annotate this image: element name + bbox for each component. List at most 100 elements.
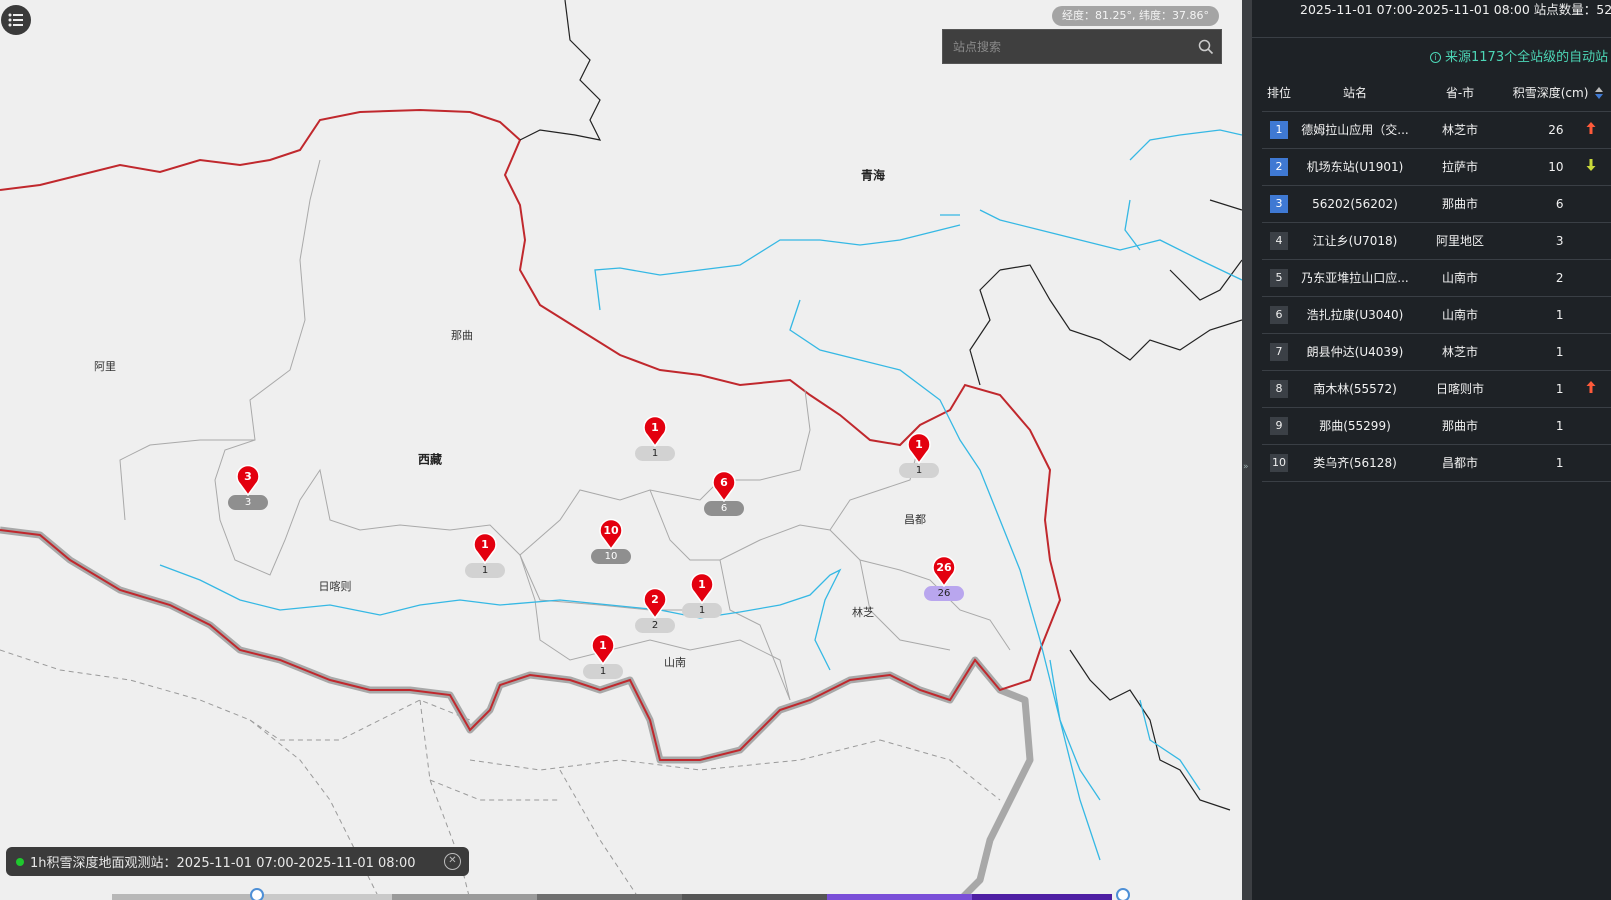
info-icon: i xyxy=(1430,52,1441,63)
sort-icon[interactable] xyxy=(1594,86,1604,100)
marker-label: 3 xyxy=(228,495,268,510)
region-label-ali: 阿里 xyxy=(94,360,116,373)
trend-up-arrow-icon xyxy=(1586,381,1596,393)
trend-cell xyxy=(1571,111,1611,149)
region-label-xizang: 西藏 xyxy=(417,452,443,467)
rank-badge: 8 xyxy=(1270,379,1288,398)
station-name: 江让乡(U7018) xyxy=(1312,234,1398,248)
panel-divider[interactable]: » xyxy=(1242,0,1252,900)
close-icon[interactable]: ✕ xyxy=(444,853,461,870)
rank-badge: 9 xyxy=(1270,416,1288,435)
table-row[interactable]: 7 朗县仲达(U4039) 林芝市 1 xyxy=(1262,333,1611,371)
table-row[interactable]: 10 类乌齐(56128) 昌都市 1 xyxy=(1262,444,1611,482)
station-marker[interactable]: 6 6 xyxy=(704,470,744,516)
rank-badge: 1 xyxy=(1270,120,1288,139)
station-name: 类乌齐(56128) xyxy=(1313,456,1397,470)
map-view[interactable]: 经度：81.25°, 纬度：37.86° 青海 西藏 那曲 阿里 日喀则 昌都 … xyxy=(0,0,1242,900)
province-cell: 山南市 xyxy=(1414,296,1506,334)
province-cell: 林芝市 xyxy=(1414,111,1506,149)
station-name: 机场东站(U1901) xyxy=(1306,160,1404,174)
station-name: 朗县仲达(U4039) xyxy=(1306,345,1404,359)
station-name-cell[interactable]: 南木林(55572) xyxy=(1296,370,1414,408)
rank-badge: 2 xyxy=(1270,157,1288,176)
map-base-layer xyxy=(0,0,1242,900)
station-marker[interactable]: 2 2 xyxy=(635,587,675,633)
marker-label: 26 xyxy=(924,586,964,601)
province-cell: 那曲市 xyxy=(1414,185,1506,223)
trend-up-arrow-icon xyxy=(1586,122,1596,134)
marker-value: 1 xyxy=(698,578,706,591)
trend-cell xyxy=(1571,259,1611,297)
data-source-text: 来源1173个全站级的自动站 xyxy=(1445,50,1609,65)
marker-value: 3 xyxy=(244,470,252,483)
station-name-cell[interactable]: 56202(56202) xyxy=(1296,185,1414,223)
station-marker[interactable]: 1 1 xyxy=(899,432,939,478)
active-dot-icon xyxy=(16,857,24,866)
marker-label: 1 xyxy=(583,664,623,679)
collapse-chevron-icon[interactable]: » xyxy=(1243,462,1249,472)
province-cell: 林芝市 xyxy=(1414,333,1506,371)
station-marker[interactable]: 1 1 xyxy=(682,572,722,618)
column-header-depth[interactable]: 积雪深度(cm) xyxy=(1506,74,1611,112)
rank-badge: 10 xyxy=(1270,453,1288,472)
table-row[interactable]: 4 江让乡(U7018) 阿里地区 3 xyxy=(1262,222,1611,260)
table-row[interactable]: 6 浩扎拉康(U3040) 山南市 1 xyxy=(1262,296,1611,334)
table-row[interactable]: 9 那曲(55299) 那曲市 1 xyxy=(1262,407,1611,445)
table-row[interactable]: 8 南木林(55572) 日喀则市 1 xyxy=(1262,370,1611,408)
station-marker[interactable]: 26 26 xyxy=(924,555,964,601)
list-menu-icon xyxy=(8,13,23,27)
table-row[interactable]: 3 56202(56202) 那曲市 6 xyxy=(1262,185,1611,223)
station-name-cell[interactable]: 浩扎拉康(U3040) xyxy=(1296,296,1414,334)
legend-segment xyxy=(682,894,827,900)
legend-segment xyxy=(972,894,1112,900)
trend-cell xyxy=(1571,296,1611,334)
marker-label: 10 xyxy=(591,549,631,564)
province-cell: 山南市 xyxy=(1414,259,1506,297)
station-marker[interactable]: 1 1 xyxy=(583,633,623,679)
legend-range-min-handle[interactable] xyxy=(250,888,264,900)
station-marker[interactable]: 3 3 xyxy=(228,464,268,510)
column-header-depth-label: 积雪深度(cm) xyxy=(1512,85,1589,100)
station-search-input[interactable] xyxy=(943,30,1191,63)
search-icon[interactable] xyxy=(1191,39,1221,55)
legend-segment xyxy=(827,894,972,900)
rank-cell: 10 xyxy=(1262,444,1296,482)
marker-label: 6 xyxy=(704,501,744,516)
rank-cell: 2 xyxy=(1262,148,1296,186)
trend-down-arrow-icon xyxy=(1586,159,1596,171)
table-row[interactable]: 5 乃东亚堆拉山口应... 山南市 2 xyxy=(1262,259,1611,297)
legend-segment xyxy=(252,894,392,900)
trend-cell xyxy=(1571,444,1611,482)
depth-cell: 26 xyxy=(1506,111,1572,149)
station-name-cell[interactable]: 乃东亚堆拉山口应... xyxy=(1296,259,1414,297)
depth-cell: 1 xyxy=(1506,444,1572,482)
data-source-note: i 来源1173个全站级的自动站 xyxy=(1430,46,1608,65)
station-marker[interactable]: 1 1 xyxy=(465,532,505,578)
station-name-cell[interactable]: 朗县仲达(U4039) xyxy=(1296,333,1414,371)
station-name-cell[interactable]: 江让乡(U7018) xyxy=(1296,222,1414,260)
region-label-linzhi: 林芝 xyxy=(852,606,874,619)
table-row[interactable]: 1 德姆拉山应用（交... 林芝市 26 xyxy=(1262,111,1611,149)
menu-button[interactable] xyxy=(1,5,31,35)
station-marker[interactable]: 10 10 xyxy=(591,518,631,564)
marker-value: 1 xyxy=(481,538,489,551)
rank-badge: 6 xyxy=(1270,305,1288,324)
depth-cell: 1 xyxy=(1506,370,1572,408)
depth-cell: 1 xyxy=(1506,407,1572,445)
marker-label: 1 xyxy=(682,603,722,618)
layer-status-text: 1h积雪深度地面观测站：2025-11-01 07:00-2025-11-01 … xyxy=(30,856,416,871)
table-row[interactable]: 2 机场东站(U1901) 拉萨市 10 xyxy=(1262,148,1611,186)
legend-segment xyxy=(392,894,537,900)
station-name-cell[interactable]: 机场东站(U1901) xyxy=(1296,148,1414,186)
station-marker[interactable]: 1 1 xyxy=(635,415,675,461)
region-label-naqu: 那曲 xyxy=(451,329,473,342)
depth-cell: 1 xyxy=(1506,296,1572,334)
station-name-cell[interactable]: 那曲(55299) xyxy=(1296,407,1414,445)
station-name-cell[interactable]: 德姆拉山应用（交... xyxy=(1296,111,1414,149)
marker-value: 2 xyxy=(651,593,659,606)
station-name-cell[interactable]: 类乌齐(56128) xyxy=(1296,444,1414,482)
legend-range-max-handle[interactable] xyxy=(1116,888,1130,900)
marker-value: 1 xyxy=(651,421,659,434)
trend-cell xyxy=(1571,222,1611,260)
station-name: 那曲(55299) xyxy=(1319,419,1391,433)
